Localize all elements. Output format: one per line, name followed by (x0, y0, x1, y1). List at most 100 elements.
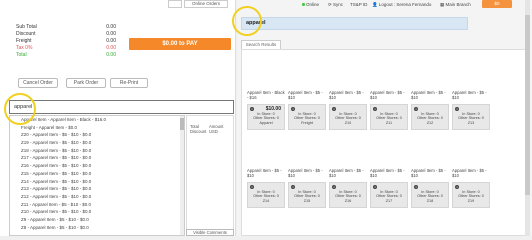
dropdown-scrollbar[interactable] (180, 116, 184, 235)
product-card[interactable]: i In Store: 0 Other Stores: 0 Z14 (247, 182, 285, 208)
suggestion-item[interactable]: Z11 - Apparel Item - $5 - $10 - $0.0 (10, 201, 184, 209)
product-search-input[interactable]: apparel (9, 100, 234, 114)
suggestion-item[interactable]: Z9 - Apparel Item - $5 - $10 - $0.0 (10, 216, 184, 224)
product-tile[interactable]: Apparel Item - $5 - $10 i In Store: 0 Other… (370, 90, 408, 130)
results-search-input[interactable]: apparel (241, 17, 468, 30)
results-grid: Apparel Item - Black - $16 i $10.00 In Stor… (241, 49, 528, 236)
product-card[interactable]: i In Store: 0 Other Stores: 0 Z12 (411, 104, 449, 130)
product-code: Z13 (467, 120, 475, 125)
page-scrollbar[interactable] (525, 0, 530, 236)
product-card[interactable]: i In Store: 0 Other Stores: 0 Z16 (329, 182, 367, 208)
info-icon[interactable]: i (373, 107, 377, 111)
suggestion-item[interactable]: Z13 - Apparel Item - $5 - $10 - $0.0 (10, 185, 184, 193)
product-other: Other Stores: 0 (253, 116, 279, 121)
info-icon[interactable]: i (414, 185, 418, 189)
product-card[interactable]: i In Store: 0 Other Stores: 0 Freight (288, 104, 326, 130)
product-title: Apparel Item - $5 - $10 (329, 90, 364, 100)
product-tile[interactable]: Apparel Item - $5 - $10 i In Store: 0 Other… (329, 168, 367, 208)
info-icon[interactable]: i (455, 185, 459, 189)
info-icon[interactable]: i (291, 107, 295, 111)
totals-row: Freight 0.00 (16, 38, 116, 45)
product-tile[interactable]: Apparel Item - $5 - $10 i In Store: 0 Other… (288, 90, 326, 130)
product-card[interactable]: i In Store: 0 Other Stores: 0 Z15 (288, 182, 326, 208)
suggestion-item[interactable]: Freight - Apparel Item - $0.0 (10, 124, 184, 132)
info-icon[interactable]: i (250, 107, 254, 111)
product-card[interactable]: i In Store: 0 Other Stores: 0 Z18 (411, 182, 449, 208)
cart-discount-header: Discount (190, 129, 207, 134)
product-card[interactable]: i $10.00 In Store: 0 Other Stores: 0 Apparel (247, 104, 285, 130)
totals-row: Sub Total 0.00 (16, 24, 116, 31)
pay-button[interactable]: $0.00 to PAY (129, 38, 231, 50)
product-other: Other Stores: 0 (417, 194, 443, 199)
product-title: Apparel Item - $5 - $10 (452, 90, 487, 100)
reprint-button[interactable]: Re-Print (110, 78, 148, 88)
product-tile[interactable]: Apparel Item - $5 - $10 i In Store: 0 Other… (452, 168, 490, 208)
suggestion-item[interactable]: Z20 - Apparel Item - $5 - $10 - $0.0 (10, 131, 184, 139)
logout-link[interactable]: 👤 Logout : Serena Fernando (372, 2, 431, 8)
online-orders-button[interactable]: Online Orders (184, 0, 228, 8)
product-title: Apparel Item - $5 - $10 (288, 90, 323, 100)
totals-label: Sub Total (16, 24, 37, 30)
totals-label: Tax 0% (16, 45, 33, 51)
product-card[interactable]: i In Store: 0 Other Stores: 0 Z10 (329, 104, 367, 130)
totals-row: Total 0.00 (16, 52, 116, 59)
product-other: Other Stores: 0 (458, 194, 484, 199)
product-code: Freight (301, 120, 313, 125)
product-tile[interactable]: Apparel Item - $5 - $10 i In Store: 0 Other… (452, 90, 490, 130)
product-tile[interactable]: Apparel Item - $5 - $10 i In Store: 0 Other… (411, 168, 449, 208)
suggestion-item[interactable]: Apparel Item - Apparel Item - Black - $1… (10, 116, 184, 124)
sync-button[interactable]: ⟳ Sync (328, 2, 343, 8)
product-title: Apparel Item - $5 - $10 (411, 90, 446, 100)
product-tile[interactable]: Apparel Item - $5 - $10 i In Store: 0 Other… (370, 168, 408, 208)
info-icon[interactable]: i (373, 185, 377, 189)
suggestion-item[interactable]: Z15 - Apparel Item - $5 - $10 - $0.0 (10, 170, 184, 178)
product-tile[interactable]: Apparel Item - Black - $16 i $10.00 In Stor… (247, 90, 285, 130)
totals-value: 0.00 (106, 31, 116, 37)
suggestion-item[interactable]: Z17 - Apparel Item - $5 - $10 - $0.0 (10, 154, 184, 162)
product-code: Z14 (262, 198, 270, 203)
product-other: Other Stores: 0 (294, 194, 320, 199)
info-icon[interactable]: i (332, 107, 336, 111)
product-code: Z15 (303, 198, 311, 203)
top-orange-button[interactable]: $0 (482, 0, 512, 8)
product-code: Z11 (385, 120, 393, 125)
totals-row: Discount 0.00 (16, 31, 116, 38)
branch-selector[interactable]: ▦ Main Branch (440, 2, 471, 8)
info-icon[interactable]: i (332, 185, 336, 189)
page-scroll-thumb[interactable] (525, 15, 530, 195)
product-code: Z17 (385, 198, 393, 203)
suggestion-item[interactable]: Z8 - Apparel Item - $5 - $10 - $0.0 (10, 224, 184, 232)
park-order-button[interactable]: Park Order (66, 78, 106, 88)
product-title: Apparel Item - $5 - $10 (370, 90, 405, 100)
info-icon[interactable]: i (414, 107, 418, 111)
suggestion-item[interactable]: Z19 - Apparel Item - $5 - $10 - $0.0 (10, 139, 184, 147)
online-dot-icon (302, 3, 305, 6)
product-tile[interactable]: Apparel Item - $5 - $10 i In Store: 0 Other… (329, 90, 367, 130)
product-card[interactable]: i In Store: 0 Other Stores: 0 Z17 (370, 182, 408, 208)
product-card[interactable]: i In Store: 0 Other Stores: 0 Z13 (452, 104, 490, 130)
suggestion-item[interactable]: Z10 - Apparel Item - $5 - $10 - $0.0 (10, 208, 184, 216)
product-tile[interactable]: Apparel Item - $5 - $10 i In Store: 0 Other… (411, 90, 449, 130)
dropdown-scroll-thumb[interactable] (180, 118, 184, 130)
suggestion-item[interactable]: Z12 - Apparel Item - $5 - $10 - $0.0 (10, 193, 184, 201)
search-results-area: apparel Search Results Apparel Item - Bl… (237, 0, 532, 236)
product-code: Z16 (344, 198, 352, 203)
info-icon[interactable]: i (250, 185, 254, 189)
suggestion-item[interactable]: Z14 - Apparel Item - $5 - $10 - $0.0 (10, 178, 184, 186)
suggestion-item[interactable]: Z16 - Apparel Item - $5 - $10 - $0.0 (10, 162, 184, 170)
product-tile[interactable]: Apparel Item - $5 - $10 i In Store: 0 Other… (247, 168, 285, 208)
totals-label: Freight (16, 38, 32, 44)
top-button[interactable] (168, 0, 182, 8)
suggestion-item[interactable]: Z18 - Apparel Item - $5 - $10 - $0.0 (10, 147, 184, 155)
info-icon[interactable]: i (291, 185, 295, 189)
product-card[interactable]: i In Store: 0 Other Stores: 0 Z11 (370, 104, 408, 130)
tsp-id: TS&P ID (350, 2, 368, 7)
visible-comments-button[interactable]: Visible Comments (186, 229, 234, 236)
product-card[interactable]: i In Store: 0 Other Stores: 0 Z19 (452, 182, 490, 208)
product-other: Other Stores: 0 (335, 194, 361, 199)
product-tile[interactable]: Apparel Item - $5 - $10 i In Store: 0 Other… (288, 168, 326, 208)
tab-search-results[interactable]: Search Results (241, 40, 281, 49)
info-icon[interactable]: i (455, 107, 459, 111)
totals-value: 0.00 (106, 52, 116, 58)
cancel-order-button[interactable]: Cancel Order (18, 78, 58, 88)
